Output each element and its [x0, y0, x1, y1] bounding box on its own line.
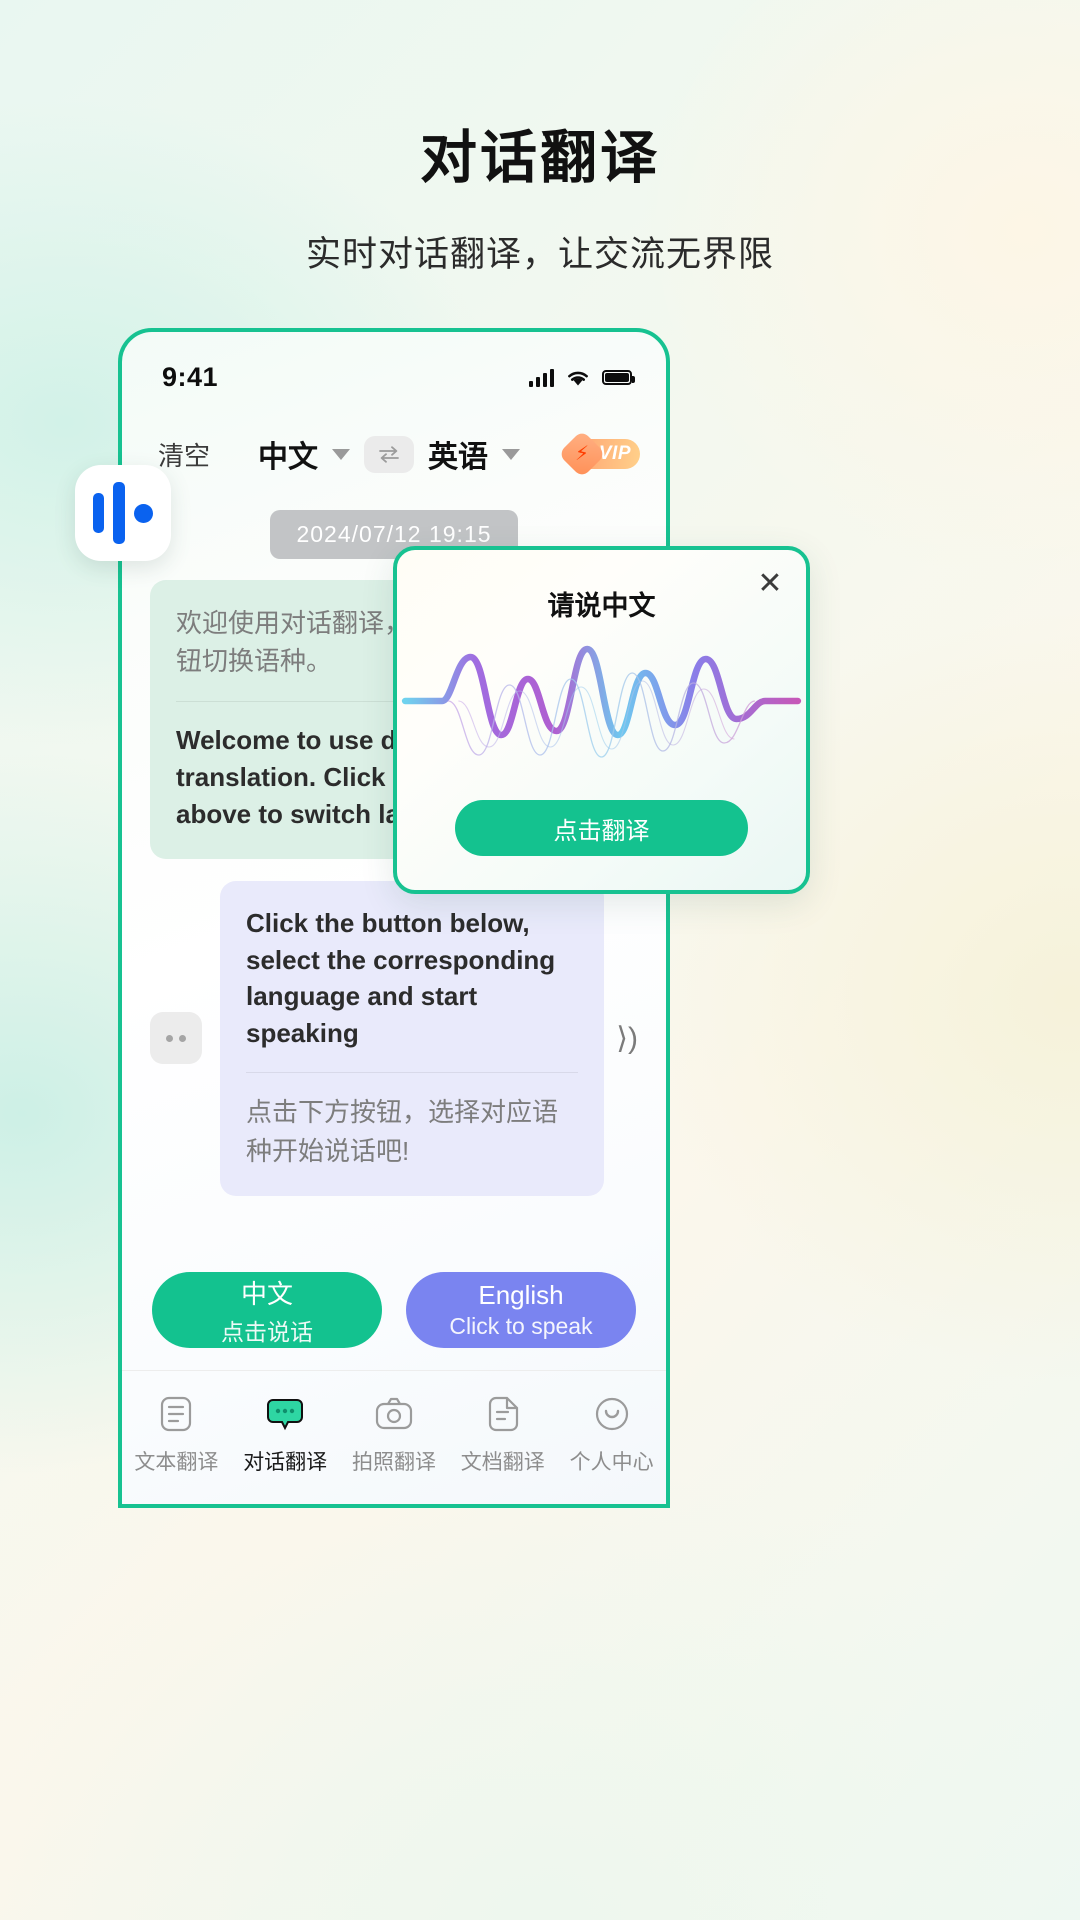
wave-dot [134, 503, 153, 523]
tab-dialogue-translation[interactable]: 对话翻译 [231, 1393, 340, 1476]
typing-dots-icon[interactable] [150, 1012, 202, 1065]
vip-badge[interactable]: ⚡ VIP [557, 429, 640, 479]
bottom-navigation: 文本翻译 对话翻译 拍照翻译 文档翻译 个人中心 [122, 1370, 666, 1504]
hero-section: 对话翻译 实时对话翻译，让交流无界限 [0, 112, 1080, 277]
language-selector: 中文 英语 [210, 432, 568, 476]
speak-button-hint: Click to speak [449, 1313, 593, 1339]
chat-bubble-outgoing[interactable]: Click the button below, select the corre… [220, 880, 605, 1197]
source-language[interactable]: 中文 [258, 432, 318, 476]
modal-title: 请说中文 [547, 591, 656, 621]
bubble-translated-text: 点击下方按钮，选择对应语种开始说话吧! [246, 1097, 559, 1166]
chevron-down-icon[interactable] [332, 448, 350, 460]
tab-photo-translation[interactable]: 拍照翻译 [340, 1393, 449, 1476]
clear-button[interactable]: 清空 [158, 436, 210, 473]
chat-message-row: Click the button below, select the corre… [122, 880, 666, 1197]
tab-document-translation[interactable]: 文档翻译 [448, 1393, 557, 1476]
speak-button-language: English [478, 1280, 564, 1310]
cellular-bars-icon [529, 368, 554, 387]
bubble-divider [246, 1072, 579, 1074]
page-title: 对话翻译 [420, 126, 660, 190]
phone-mockup: 9:41 清空 中文 英语 ⚡ VIP 2024/07/12 19:15 欢迎使… [118, 328, 670, 1508]
text-document-icon [155, 1393, 197, 1435]
battery-full-icon [602, 369, 635, 385]
voice-wave-app-icon[interactable] [75, 465, 171, 561]
tab-text-translation[interactable]: 文本翻译 [122, 1393, 231, 1476]
speak-button-hint: 点击说话 [221, 1318, 313, 1345]
speak-modal: ✕ 请说中文 点击翻译 [393, 546, 810, 894]
chevron-down-icon[interactable] [502, 448, 520, 460]
tab-label: 个人中心 [569, 1451, 654, 1474]
status-bar: 9:41 [122, 332, 666, 406]
swap-languages-button[interactable] [364, 435, 414, 473]
speak-button-english[interactable]: English Click to speak [406, 1272, 636, 1348]
tab-label: 对话翻译 [243, 1451, 328, 1474]
language-bar: 清空 中文 英语 ⚡ VIP [122, 424, 666, 484]
tab-label: 文档翻译 [460, 1451, 545, 1474]
tab-label: 文本翻译 [134, 1451, 219, 1474]
audio-waveform [401, 645, 802, 758]
close-icon[interactable]: ✕ [754, 568, 786, 600]
speak-button-chinese[interactable]: 中文 点击说话 [152, 1272, 382, 1348]
smiley-face-icon [591, 1393, 633, 1435]
speak-buttons: 中文 点击说话 English Click to speak [122, 1272, 666, 1348]
page-subtitle: 实时对话翻译，让交流无界限 [305, 235, 774, 274]
bubble-source-text: Click the button below, select the corre… [246, 907, 556, 1049]
wave-bar-tall [113, 482, 125, 544]
swap-icon [379, 446, 399, 463]
camera-icon [373, 1393, 415, 1435]
speaker-icon[interactable]: ⟩) [616, 1021, 638, 1056]
tab-label: 拍照翻译 [351, 1451, 436, 1474]
vip-label: VIP [598, 443, 631, 464]
file-document-icon [482, 1393, 524, 1435]
status-icons [529, 368, 635, 387]
chat-bubble-icon [264, 1393, 306, 1435]
target-language[interactable]: 英语 [428, 432, 488, 476]
translate-button[interactable]: 点击翻译 [455, 800, 748, 856]
wifi-icon [568, 371, 588, 385]
wave-bar-short [93, 493, 104, 533]
status-time: 9:41 [162, 361, 219, 392]
tab-profile[interactable]: 个人中心 [557, 1393, 666, 1476]
speak-button-language: 中文 [240, 1278, 293, 1309]
